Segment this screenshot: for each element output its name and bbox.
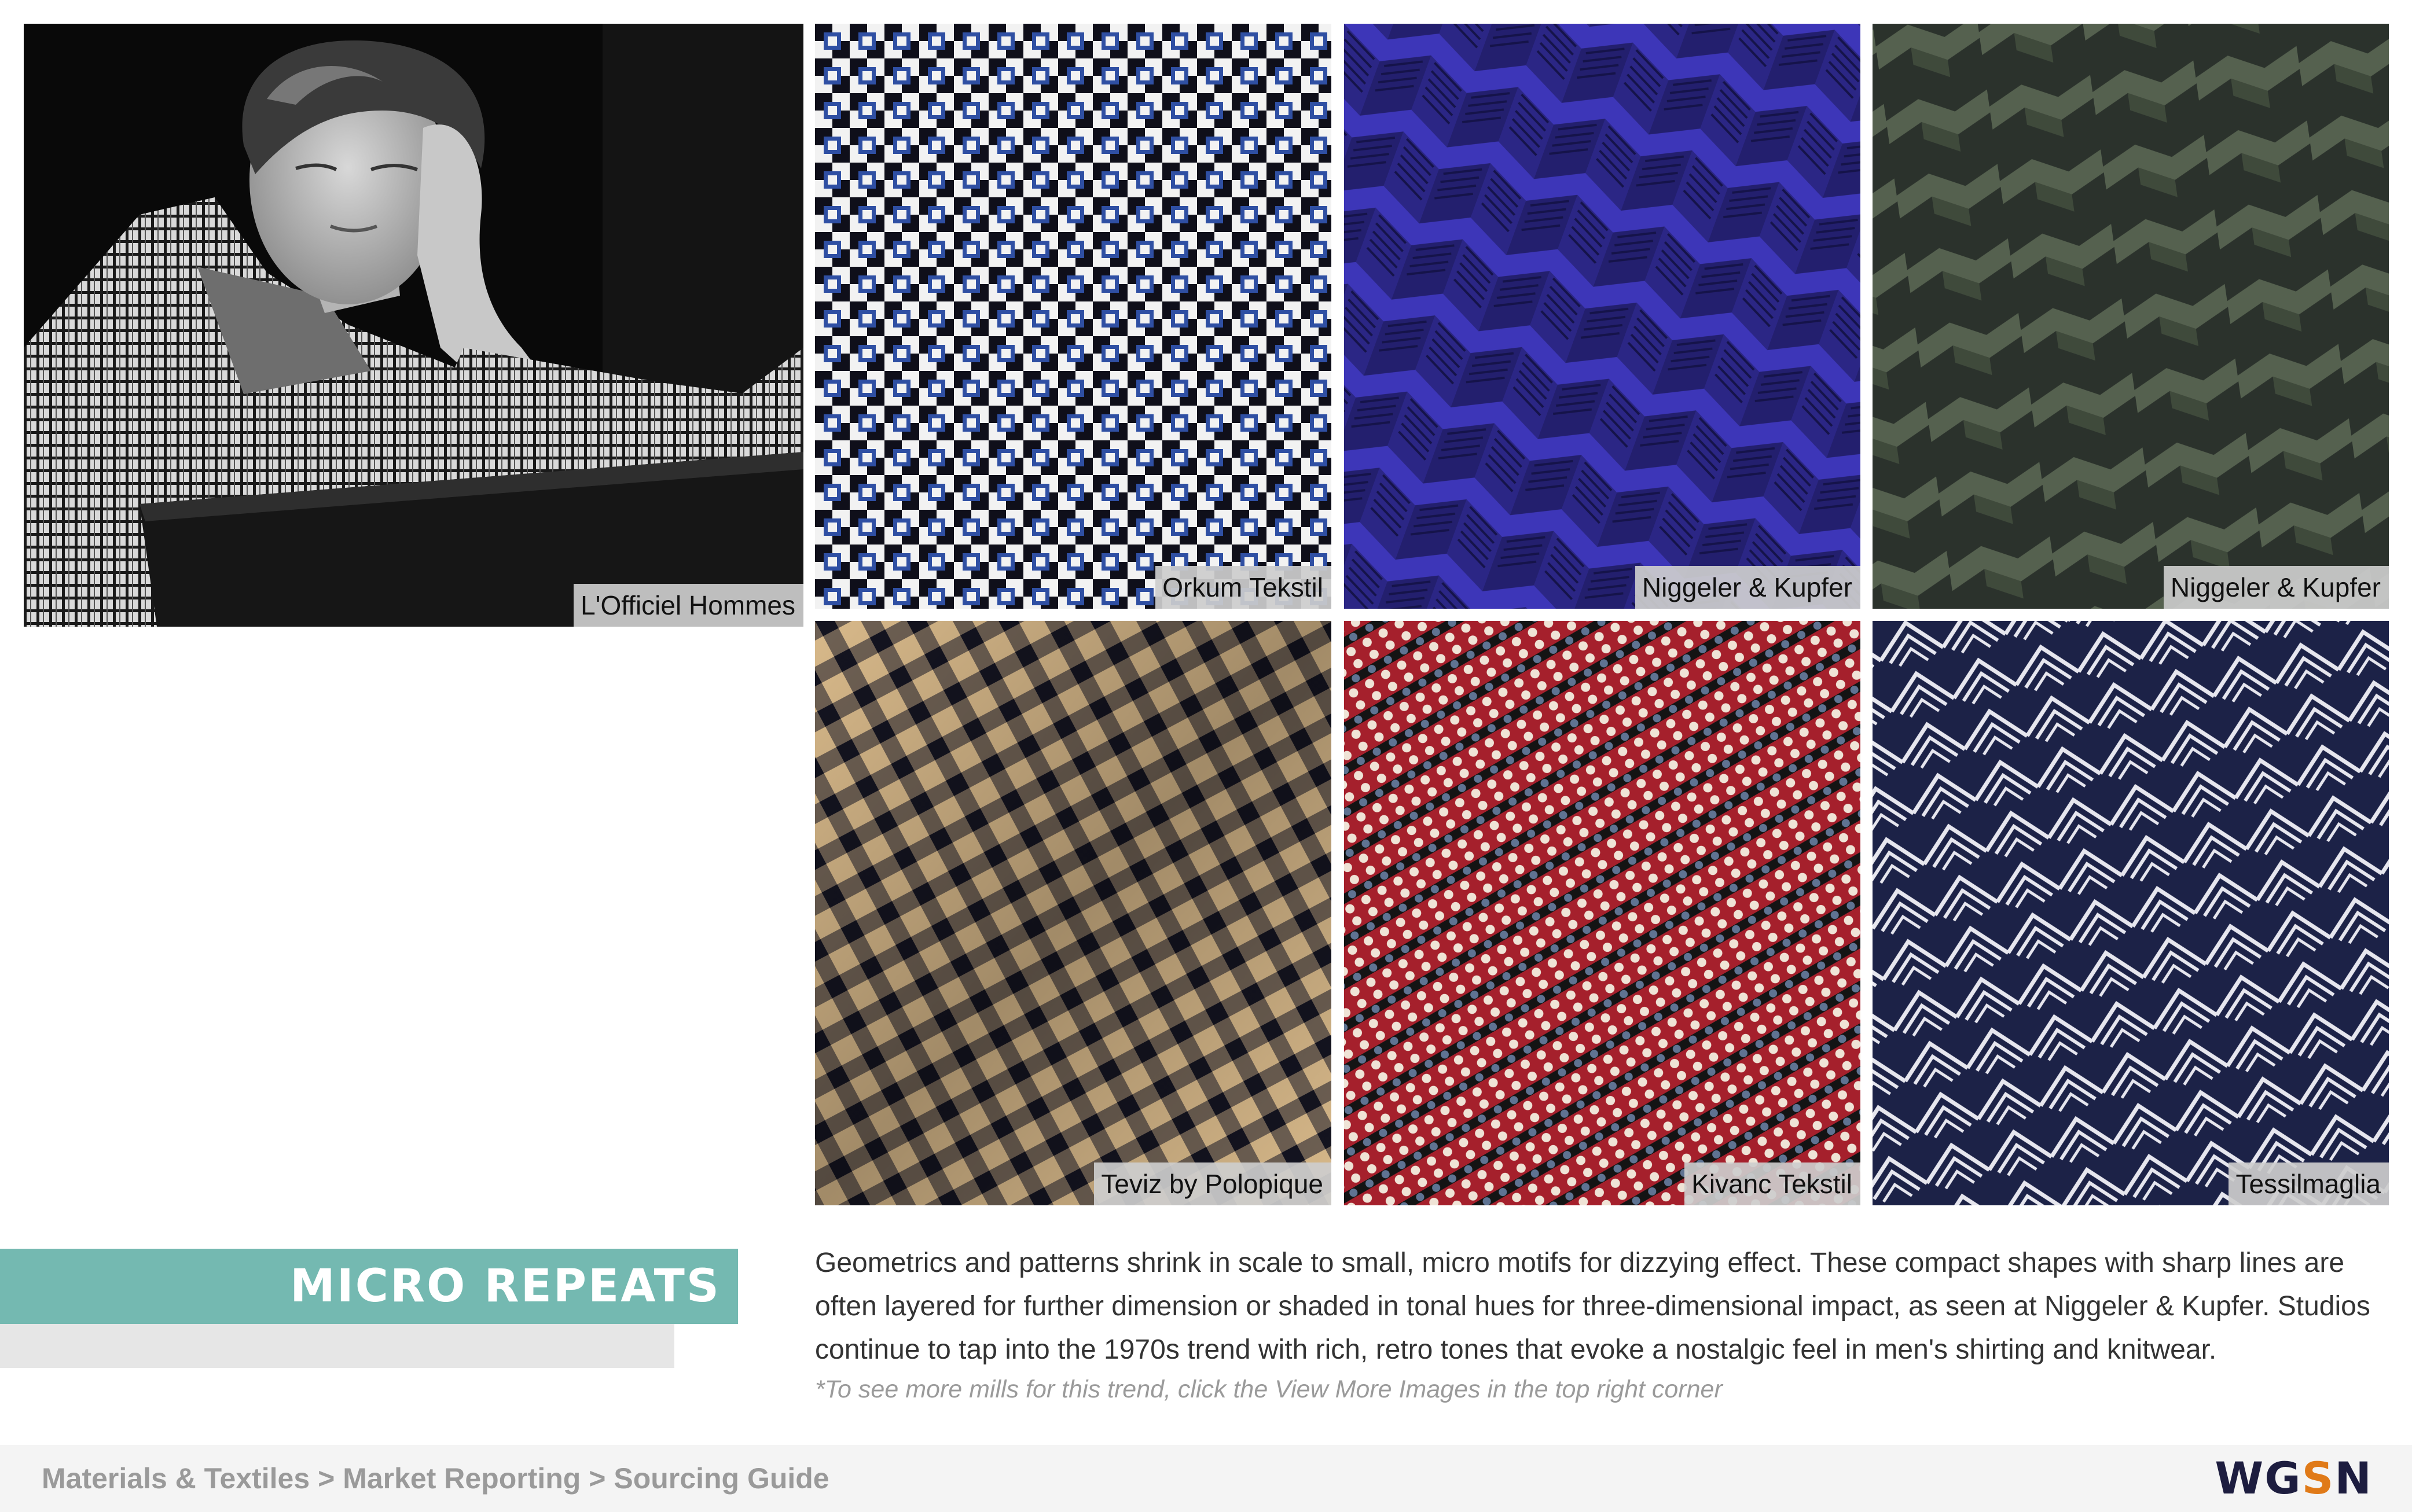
view-more-note: *To see more mills for this trend, click… [815, 1375, 1723, 1403]
logo-part-s: S [2301, 1452, 2335, 1504]
trend-title-bar: MICRO REPEATS [0, 1249, 738, 1324]
logo-part-wg: WG [2215, 1452, 2302, 1504]
swatch-kivanc-tekstil[interactable]: Kivanc Tekstil [1344, 621, 1860, 1205]
swatch-niggeler-kupfer-green[interactable]: Niggeler & Kupfer [1873, 24, 2389, 609]
swatch-credit: Niggeler & Kupfer [1635, 566, 1860, 609]
swatch-credit: Niggeler & Kupfer [2163, 566, 2389, 609]
swatch-image [1873, 24, 2389, 609]
breadcrumb-market-reporting[interactable]: Market Reporting [343, 1462, 581, 1495]
hero-image [24, 24, 803, 627]
swatch-image [1344, 621, 1860, 1205]
swatch-image [1873, 621, 2389, 1205]
swatch-credit: Kivanc Tekstil [1684, 1162, 1860, 1205]
swatch-image [1344, 24, 1860, 609]
swatch-image [815, 621, 1331, 1205]
swatch-credit: Orkum Tekstil [1155, 566, 1331, 609]
hero-credit: L'Officiel Hommes [574, 584, 803, 627]
breadcrumb-separator: > [589, 1462, 606, 1495]
swatch-niggeler-kupfer-purple[interactable]: Niggeler & Kupfer [1344, 24, 1860, 609]
swatch-teviz-by-polopique[interactable]: Teviz by Polopique [815, 621, 1331, 1205]
logo-part-n: N [2334, 1452, 2373, 1504]
breadcrumb-separator: > [318, 1462, 335, 1495]
breadcrumb: Materials & Textiles > Market Reporting … [42, 1445, 829, 1512]
trend-description: Geometrics and patterns shrink in scale … [815, 1248, 2370, 1365]
breadcrumb-materials-textiles[interactable]: Materials & Textiles [42, 1462, 310, 1495]
swatch-credit: Tessilmaglia [2229, 1162, 2389, 1205]
swatch-image [815, 24, 1331, 609]
swatch-credit: Teviz by Polopique [1094, 1162, 1331, 1205]
swatch-orkum-tekstil[interactable]: Orkum Tekstil [815, 24, 1331, 609]
swatch-tessilmaglia[interactable]: Tessilmaglia [1873, 621, 2389, 1205]
breadcrumb-sourcing-guide[interactable]: Sourcing Guide [614, 1462, 829, 1495]
hero-photo[interactable]: L'Officiel Hommes [24, 24, 803, 627]
wgsn-logo[interactable]: WGSN [2215, 1445, 2373, 1512]
trend-title: MICRO REPEATS [290, 1260, 721, 1312]
footer-bar: Materials & Textiles > Market Reporting … [0, 1445, 2412, 1512]
